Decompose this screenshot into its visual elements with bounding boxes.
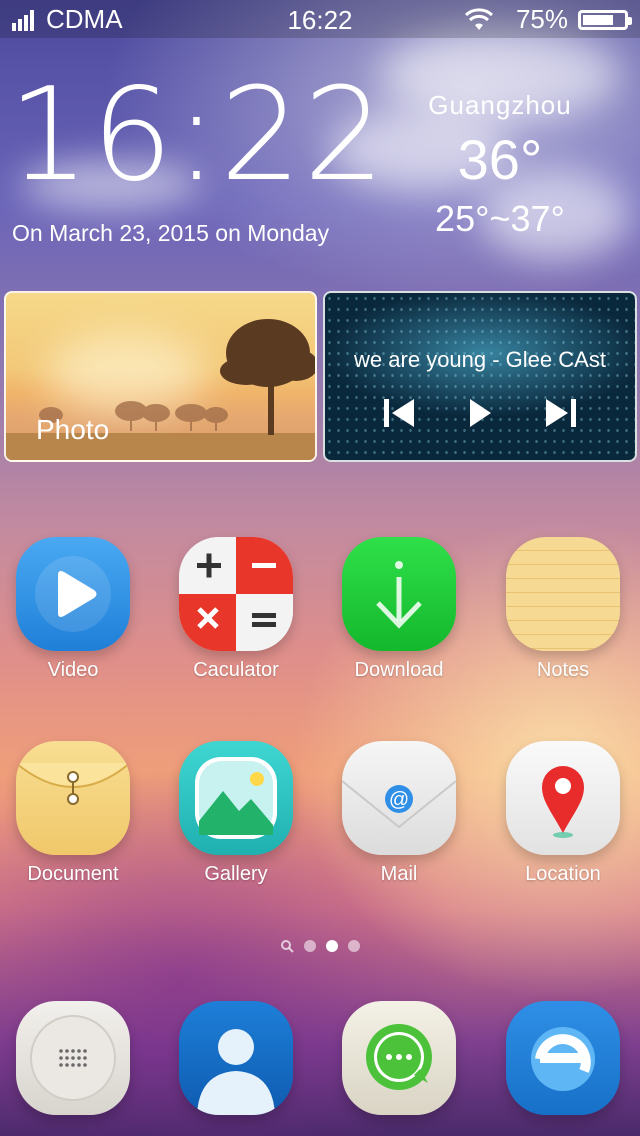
photo-label: Photo bbox=[36, 414, 110, 445]
app-download[interactable]: Download bbox=[324, 537, 474, 682]
location-icon bbox=[506, 741, 620, 855]
app-calculator[interactable]: Caculator bbox=[161, 537, 311, 682]
clock-date: On March 23, 2015 on Monday bbox=[12, 220, 330, 246]
status-right: 75% bbox=[464, 4, 632, 35]
next-icon[interactable] bbox=[541, 396, 581, 430]
page-dot[interactable] bbox=[348, 940, 360, 952]
calculator-icon bbox=[179, 537, 293, 651]
music-background bbox=[325, 293, 635, 460]
play-icon[interactable] bbox=[460, 396, 500, 430]
weather-city: Guangzhou bbox=[428, 90, 572, 120]
app-document[interactable]: Document bbox=[0, 741, 148, 886]
status-bar: CDMA 16:22 75% bbox=[0, 0, 640, 38]
battery-percent: 75% bbox=[515, 4, 568, 34]
weather-widget[interactable]: Guangzhou 36° 25°~37° bbox=[400, 90, 600, 240]
music-controls bbox=[325, 396, 635, 430]
search-page-icon[interactable] bbox=[280, 939, 294, 953]
app-label: Document bbox=[27, 863, 119, 885]
browser-icon bbox=[506, 1001, 620, 1115]
music-track-title: we are young - Glee CAst bbox=[354, 347, 606, 372]
mail-icon: @ bbox=[342, 741, 456, 855]
page-dot[interactable] bbox=[304, 940, 316, 952]
app-gallery[interactable]: Gallery bbox=[161, 741, 311, 886]
app-mail[interactable]: @ Mail bbox=[324, 741, 474, 886]
contacts-icon bbox=[179, 1001, 293, 1115]
music-widget[interactable]: we are young - Glee CAst bbox=[323, 291, 637, 462]
document-icon bbox=[16, 741, 130, 855]
photo-widget[interactable]: Photo bbox=[4, 291, 317, 462]
dock-phone[interactable] bbox=[0, 1001, 148, 1115]
notes-icon bbox=[506, 537, 620, 651]
app-label: Notes bbox=[536, 659, 590, 681]
app-label: Video bbox=[47, 659, 99, 681]
download-icon bbox=[342, 537, 456, 651]
app-location[interactable]: Location bbox=[488, 741, 638, 886]
app-notes[interactable]: Notes bbox=[488, 537, 638, 682]
dock-browser[interactable] bbox=[488, 1001, 638, 1115]
dock-contacts[interactable] bbox=[161, 1001, 311, 1115]
svg-text:@: @ bbox=[389, 789, 409, 811]
battery-level bbox=[583, 14, 613, 25]
page-indicator[interactable] bbox=[280, 939, 370, 953]
app-label: Download bbox=[354, 659, 444, 681]
gallery-icon bbox=[179, 741, 293, 855]
app-label: Location bbox=[525, 863, 601, 885]
app-video[interactable]: Video bbox=[0, 537, 148, 682]
video-icon bbox=[16, 537, 130, 651]
app-label: Caculator bbox=[193, 659, 279, 681]
weather-temperature: 36° bbox=[457, 128, 543, 191]
app-label: Mail bbox=[380, 863, 418, 885]
weather-range: 25°~37° bbox=[435, 198, 565, 239]
app-label: Gallery bbox=[204, 863, 268, 885]
dock-messages[interactable] bbox=[324, 1001, 474, 1115]
phone-dialer-icon bbox=[16, 1001, 130, 1115]
battery-icon bbox=[578, 9, 632, 30]
wifi-icon bbox=[464, 7, 493, 30]
previous-icon[interactable] bbox=[379, 396, 419, 430]
clock-time[interactable]: 16:22 bbox=[8, 72, 387, 200]
messages-icon bbox=[342, 1001, 456, 1115]
page-dot-active[interactable] bbox=[326, 940, 338, 952]
